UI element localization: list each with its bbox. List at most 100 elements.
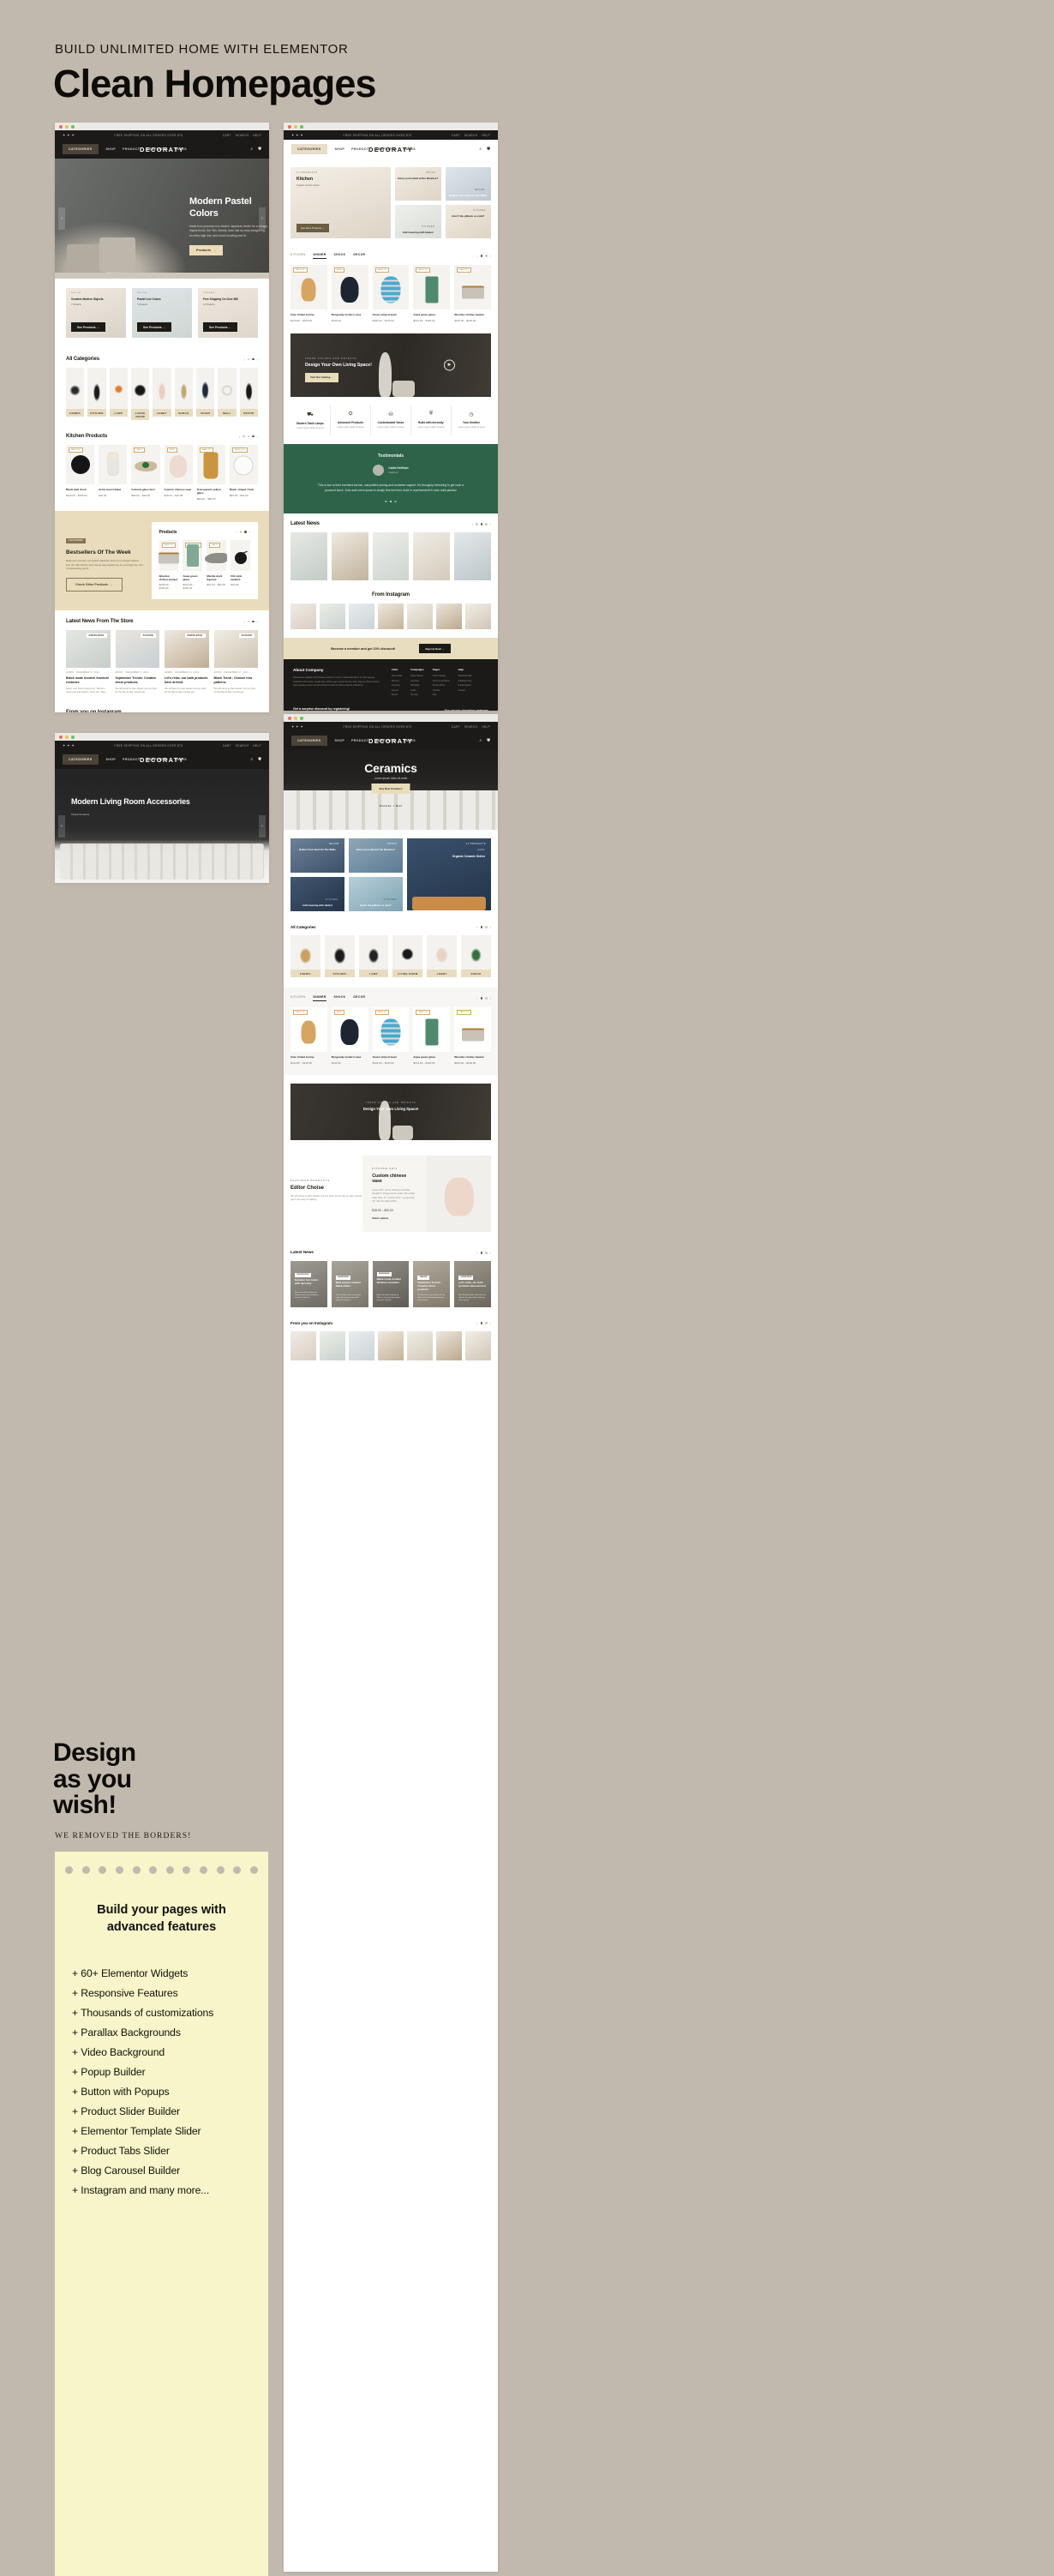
footer-link[interactable]: Whatsapp Help bbox=[458, 681, 472, 682]
carousel-dot[interactable] bbox=[485, 997, 488, 1000]
carousel-dot-active[interactable] bbox=[252, 357, 255, 361]
nav-item-templates[interactable]: TEMPLATES bbox=[375, 147, 397, 151]
category-tile[interactable]: KITCHEN bbox=[87, 368, 106, 420]
gallery-tile[interactable]: DECOR Reflect Your Soul On The Walls bbox=[290, 838, 344, 873]
category-tile[interactable]: FABRIC bbox=[290, 935, 320, 978]
featured-product-card[interactable]: KITCHEN EDIT Custom chinese vase Lexie i… bbox=[362, 1155, 491, 1233]
footer-link[interactable]: FAQ bbox=[433, 694, 450, 696]
topbar-cart-link[interactable]: CART bbox=[223, 134, 231, 137]
hero-cta-button[interactable]: Buy New Ceramics bbox=[371, 784, 410, 794]
category-tile[interactable]: LIVING ROOM bbox=[130, 368, 150, 421]
search-icon[interactable]: ⌕ bbox=[479, 738, 482, 743]
product-card[interactable]: SALE Marble duck figurine $12.00 – $32.0… bbox=[204, 539, 227, 591]
gallery-main-tile[interactable]: 14 PRODUCTS Kitchen Organic Ceramic Seri… bbox=[406, 838, 492, 911]
product-card[interactable]: SALE 5% Wooden clothes basket $249.00 – … bbox=[454, 1007, 491, 1065]
blog-card[interactable]: KNOWLEDGE ADMIN DECEMBER 11, 2021 Let's … bbox=[165, 630, 209, 694]
topbar-links[interactable]: CART SEARCH HELP bbox=[223, 134, 261, 137]
carousel-dot-active[interactable] bbox=[252, 620, 255, 623]
nav-item-pages[interactable]: PAGES bbox=[175, 758, 187, 761]
carousel-prev[interactable]: ‹ bbox=[476, 1251, 477, 1255]
category-tile[interactable]: VASES bbox=[195, 368, 215, 420]
video-cta-button[interactable]: Visit Our Catalog → bbox=[305, 372, 339, 382]
promo-cta-button[interactable]: See Products → bbox=[203, 322, 238, 332]
product-card[interactable]: SALE Custom chinese vase $18.00 – $20.00 bbox=[164, 445, 193, 501]
promo-tile[interactable]: DECOR Pastel Live Colors 7 Products See … bbox=[132, 288, 192, 338]
product-card[interactable]: SALE 10% Black striped clock $60.00 – $5… bbox=[229, 445, 259, 501]
carousel-dot-active[interactable] bbox=[389, 500, 392, 503]
category-tile[interactable]: SHOCK bbox=[174, 368, 193, 420]
nav-links[interactable]: SHOP PRODUCT TEMPLATES PAGES bbox=[106, 147, 188, 151]
topbar-links[interactable]: CART SEARCH HELP bbox=[452, 725, 490, 729]
carousel-next[interactable]: › bbox=[490, 254, 491, 258]
nav-item-pages[interactable]: PAGES bbox=[175, 147, 187, 151]
promo-tile[interactable]: OFFERS Free Shipping On Over $50 14 Prod… bbox=[198, 288, 258, 338]
footer-link[interactable]: Careers bbox=[392, 690, 402, 692]
testimonial-dots[interactable] bbox=[284, 500, 498, 503]
search-icon[interactable]: ⌕ bbox=[250, 147, 253, 152]
footer-link[interactable]: Outlet bbox=[410, 690, 424, 692]
topbar-search-link[interactable]: SEARCH bbox=[236, 744, 249, 748]
topbar-links[interactable]: CART SEARCH HELP bbox=[223, 744, 261, 748]
carousel-next[interactable]: › bbox=[490, 925, 491, 929]
nav-links[interactable]: SHOP PRODUCT TEMPLATES PAGES bbox=[335, 147, 416, 151]
blog-card[interactable]: KNOWLEDGE Summer hot colors with decorat… bbox=[290, 1261, 327, 1308]
nav-item-product[interactable]: PRODUCT bbox=[351, 147, 368, 151]
categories-button[interactable]: CATEGORIES bbox=[291, 736, 327, 746]
carousel-dot[interactable] bbox=[394, 500, 397, 503]
carousel-prev[interactable]: ‹ bbox=[476, 925, 477, 929]
footer-link[interactable]: Home Objects bbox=[410, 676, 424, 677]
footer-link[interactable]: Terms & Conditions bbox=[433, 681, 450, 682]
hero-slider-nav[interactable]: Previous / Next bbox=[380, 805, 402, 808]
carousel-dot-active[interactable] bbox=[480, 997, 483, 1000]
product-card[interactable]: SALE 5% Green striped bowl $144.00 – $12… bbox=[372, 265, 410, 322]
footer-link[interactable]: Company bbox=[392, 685, 402, 687]
tile-cta-button[interactable]: See More Products → bbox=[296, 224, 329, 232]
category-tile[interactable]: DECOR bbox=[239, 368, 258, 420]
footer-link[interactable]: Store Inside bbox=[392, 676, 402, 677]
video-banner[interactable]: TREND COLORS AND OBJECTS Design Your Own… bbox=[290, 333, 491, 397]
search-icon[interactable]: ⌕ bbox=[250, 757, 253, 762]
tab-kitchen[interactable]: KITCHEN bbox=[290, 253, 305, 259]
social-icons[interactable]: ✦ ✦ ✦ bbox=[63, 743, 75, 748]
tab-shock[interactable]: SHOCK bbox=[334, 995, 346, 1001]
carousel-prev[interactable]: ‹ bbox=[476, 254, 477, 258]
carousel-prev[interactable]: ‹ bbox=[239, 435, 240, 439]
nav-icons[interactable]: ⌕ ⛊ bbox=[250, 757, 261, 762]
footer-link[interactable]: Facebook Chat bbox=[458, 676, 472, 677]
product-card[interactable]: SALE 5% Cute trinket bunny $144.00 – $12… bbox=[290, 1007, 327, 1065]
carousel-next[interactable]: › bbox=[249, 530, 250, 534]
nav-icons[interactable]: ⌕ ⛊ bbox=[479, 738, 490, 743]
carousel-prev[interactable]: ‹ bbox=[243, 357, 244, 362]
footer-link[interactable]: Contact bbox=[458, 690, 472, 692]
instagram-thumb[interactable] bbox=[407, 603, 433, 630]
gallery-tile[interactable]: SHOCK Have you looked at the libraries? bbox=[395, 167, 441, 201]
instagram-thumb[interactable] bbox=[465, 603, 491, 630]
carousel-next[interactable]: › bbox=[257, 620, 258, 624]
nav-item-product[interactable]: PRODUCT bbox=[351, 739, 368, 742]
category-tile[interactable]: FABRIC bbox=[66, 368, 85, 420]
tab-dinner[interactable]: DINNER bbox=[313, 995, 326, 1002]
hero-prev-arrow[interactable]: ‹ bbox=[58, 814, 65, 838]
video-banner[interactable]: TREND COLORS AND OBJECTS Design Your Own… bbox=[290, 1083, 491, 1140]
product-card[interactable]: Old style tankard $34.00 bbox=[231, 539, 251, 591]
categories-button[interactable]: CATEGORIES bbox=[63, 754, 99, 765]
promo-cta-button[interactable]: See Products → bbox=[71, 322, 106, 332]
blog-card[interactable] bbox=[372, 532, 410, 581]
product-card[interactable]: SALE 5% Aqua green glass $144.00 – $120.… bbox=[413, 1007, 451, 1065]
footer-link[interactable]: 500 Sales bbox=[410, 685, 424, 687]
instagram-thumb[interactable] bbox=[407, 1331, 433, 1361]
carousel-next[interactable]: › bbox=[257, 357, 258, 362]
topbar-cart-link[interactable]: CART bbox=[223, 744, 231, 748]
topbar-help-link[interactable]: HELP bbox=[253, 134, 261, 137]
topbar-search-link[interactable]: SEARCH bbox=[464, 134, 477, 137]
gallery-tile[interactable]: KITCHEN Add meaning with tables! bbox=[395, 205, 441, 238]
carousel-dot[interactable] bbox=[485, 926, 488, 928]
hero-next-arrow[interactable]: › bbox=[259, 814, 266, 838]
carousel-nav[interactable]: ‹ › bbox=[472, 522, 491, 526]
carousel-prev[interactable]: ‹ bbox=[472, 522, 473, 526]
instagram-thumb[interactable] bbox=[436, 603, 462, 630]
footer-link[interactable]: Ceramics bbox=[410, 681, 424, 682]
carousel-dot[interactable] bbox=[485, 523, 488, 525]
nav-links[interactable]: SHOP PRODUCT TEMPLATES PAGES bbox=[335, 739, 416, 742]
product-card[interactable]: SALE 5% Aqua green glass $144.00 – $120.… bbox=[413, 265, 451, 322]
